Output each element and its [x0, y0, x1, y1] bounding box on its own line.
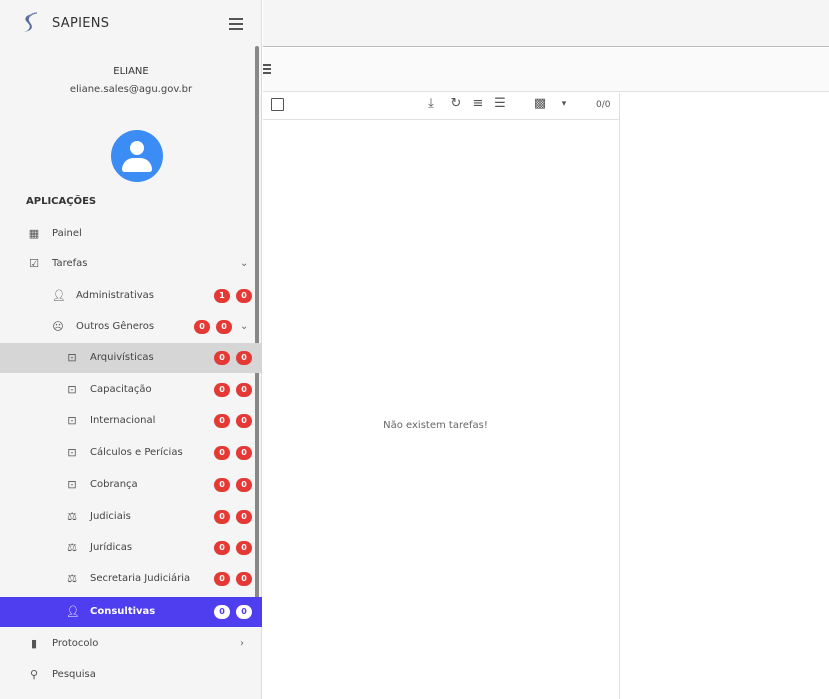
count-badge: 0: [216, 320, 232, 334]
sidebar-item-label: Capacitação: [90, 384, 152, 395]
sidebar-item-tarefas[interactable]: ☑ Tarefas ⌄: [0, 249, 262, 279]
refresh-icon[interactable]: ↻: [448, 96, 464, 112]
sapiens-logo: [21, 12, 38, 32]
sidebar-item-label: Jurídicas: [90, 542, 133, 553]
person-icon: 👤︎: [66, 605, 80, 618]
count-badge: 0: [194, 320, 210, 334]
count-badge: 0: [236, 414, 252, 428]
archive-icon: ⊡: [67, 414, 77, 427]
count-badge: 0: [236, 605, 252, 619]
sidebar-item-label: Tarefas: [52, 258, 88, 269]
gavel-icon: ⚖︎: [67, 510, 77, 523]
sidebar-item-administrativas[interactable]: 👤︎ Administrativas 1 0: [0, 281, 262, 311]
archive-icon: ⊡: [67, 351, 77, 364]
archive-icon: ⊡: [67, 478, 77, 491]
count-badge: 0: [214, 414, 230, 428]
count-badge: 0: [214, 605, 230, 619]
empty-state-message: Não existem tarefas!: [383, 420, 488, 431]
chevron-down-icon: ⌄: [240, 258, 249, 269]
menu-icon[interactable]: [228, 15, 246, 31]
app-title: SAPIENS: [52, 16, 110, 31]
count-badge: 0: [236, 572, 252, 586]
sidebar-item-label: Secretaria Judiciária: [90, 573, 191, 584]
sidebar-item-label: Cobrança: [90, 479, 138, 490]
count-badge: 0: [236, 510, 252, 524]
sidebar-item-protocolo[interactable]: ▮ Protocolo ›: [0, 629, 262, 659]
sidebar-item-label: Painel: [52, 228, 82, 239]
archive-icon: ⊡: [67, 446, 77, 459]
book-icon: ▮: [30, 637, 38, 650]
count-badge: 0: [236, 446, 252, 460]
count-badge: 0: [214, 478, 230, 492]
sidebar-item-label: Pesquisa: [52, 669, 96, 680]
sub-toolbar: [263, 48, 829, 92]
task-list-panel: ⤓ ↻ ≡ ☰ ▩ ▾ 0/0 Não existem tarefas!: [263, 93, 620, 699]
count-badge: 0: [214, 383, 230, 397]
sidebar-item-label: Consultivas: [90, 606, 156, 617]
grid-off-icon[interactable]: ▩: [532, 96, 548, 112]
sort-icon[interactable]: ☰: [492, 96, 508, 112]
filter-icon[interactable]: ≡: [470, 96, 486, 112]
search-icon: ⚲: [29, 668, 39, 681]
chevron-right-icon: ›: [240, 638, 244, 649]
sidebar-item-arquivisticas[interactable]: ⊡ Arquivísticas 0 0: [0, 343, 262, 373]
sidebar-item-judiciais[interactable]: ⚖︎ Judiciais 0 0: [0, 502, 262, 532]
count-badge: 1: [214, 289, 230, 303]
avatar[interactable]: [111, 130, 163, 182]
list-toolbar: ⤓ ↻ ≡ ☰ ▩ ▾ 0/0: [263, 93, 620, 120]
sidebar-item-internacional[interactable]: ⊡ Internacional 0 0: [0, 406, 262, 436]
sidebar-item-label: Arquivísticas: [90, 352, 154, 363]
sidebar-item-label: Judiciais: [90, 511, 131, 522]
select-all-checkbox[interactable]: [271, 98, 284, 111]
sidebar-item-label: Administrativas: [76, 290, 154, 301]
task-count: 0/0: [596, 100, 611, 110]
sidebar-item-calculos-pericias[interactable]: ⊡ Cálculos e Perícias 0 0: [0, 438, 262, 468]
person-icon: 👤︎: [52, 289, 66, 302]
face-icon: ☹: [52, 320, 64, 333]
count-badge: 0: [236, 289, 252, 303]
sidebar-item-secretaria-judiciaria[interactable]: ⚖︎ Secretaria Judiciária 0 0: [0, 564, 262, 594]
sidebar-item-label: Internacional: [90, 415, 156, 426]
chevron-down-icon: ⌄: [240, 321, 249, 332]
archive-icon: ⊡: [67, 383, 77, 396]
sidebar-item-cobranca[interactable]: ⊡ Cobrança 0 0: [0, 470, 262, 500]
count-badge: 0: [236, 478, 252, 492]
sidebar-item-label: Protocolo: [52, 638, 99, 649]
checkbox-icon: ☑: [29, 257, 39, 270]
section-title-aplicacoes: APLICAÇÕES: [26, 196, 97, 207]
sidebar-header: SAPIENS: [0, 0, 262, 48]
count-badge: 0: [214, 510, 230, 524]
gavel-icon: ⚖︎: [67, 572, 77, 585]
count-badge: 0: [214, 351, 230, 365]
sidebar-item-outros-generos[interactable]: ☹ Outros Gêneros 0 0 ⌄: [0, 312, 262, 342]
count-badge: 0: [236, 351, 252, 365]
app: SAPIENS ELIANE eliane.sales@agu.gov.br A…: [0, 0, 829, 699]
top-toolbar: [263, 0, 829, 47]
count-badge: 0: [236, 541, 252, 555]
sidebar-item-capacitacao[interactable]: ⊡ Capacitação 0 0: [0, 375, 262, 405]
list-menu-icon[interactable]: [263, 62, 273, 74]
count-badge: 0: [236, 383, 252, 397]
dashboard-icon: ▦: [28, 227, 40, 240]
sidebar-item-pesquisa[interactable]: ⚲ Pesquisa: [0, 660, 262, 690]
count-badge: 0: [214, 446, 230, 460]
dropdown-arrow-icon[interactable]: ▾: [556, 96, 572, 112]
user-email: eliane.sales@agu.gov.br: [69, 84, 193, 95]
sidebar-item-label: Outros Gêneros: [76, 321, 155, 332]
sidebar-item-consultivas[interactable]: 👤︎ Consultivas 0 0: [0, 597, 262, 627]
sidebar: SAPIENS ELIANE eliane.sales@agu.gov.br A…: [0, 0, 262, 699]
count-badge: 0: [214, 541, 230, 555]
sidebar-item-juridicas[interactable]: ⚖︎ Jurídicas 0 0: [0, 533, 262, 563]
gavel-icon: ⚖︎: [67, 541, 77, 554]
sidebar-item-label: Cálculos e Perícias: [90, 447, 183, 458]
download-icon[interactable]: ⤓: [423, 96, 439, 112]
sidebar-item-painel[interactable]: ▦ Painel: [0, 219, 262, 249]
user-name: ELIANE: [113, 66, 149, 77]
count-badge: 0: [214, 572, 230, 586]
